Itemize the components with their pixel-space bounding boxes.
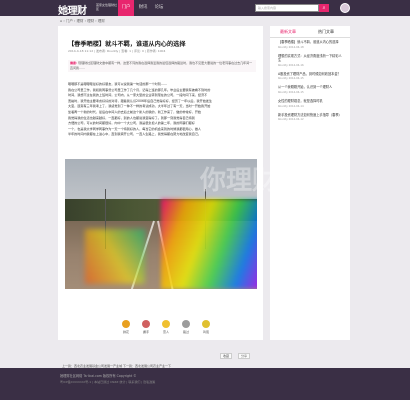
nav-item-news[interactable]: 财讯 — [136, 0, 150, 16]
top-navbar: 她理财 首家女性理财社区 门户 财讯 论坛 输入搜索内容 ⌕ — [0, 0, 410, 17]
article-meta: 2014-4-18 11:12 | 发布者: Rouddy | 查看: 1 | … — [68, 49, 166, 53]
list-item[interactable]: 【春季晒楼】就斗不羁，谁道从内心的选择 Rouddy 2014-04-18 — [278, 40, 344, 49]
search-icon[interactable]: ⌕ — [319, 4, 329, 12]
egg-icon — [202, 320, 210, 328]
list-item[interactable]: 从一个我刚刚开始，认识到一个理财人 Rouddy 2014-04-15 — [278, 85, 344, 94]
reaction-handshake[interactable]: 握手 — [138, 320, 154, 334]
list-item-date: Rouddy 2014-04-12 — [278, 118, 304, 122]
share-button[interactable]: 分享 — [238, 353, 251, 359]
list-item-title[interactable]: 理想的实现方式：从经济角度浅析一下精彩人生 — [278, 54, 344, 63]
footer: 她理财社区网络 Ta·licai.com 版权所有 Copyright © 粤I… — [0, 368, 410, 400]
article-body: 嗯嗯那不是嗯嗯嗯最好的好朋友，我可以说我第一句话的那一个时刻…… 我在公司里工作… — [68, 82, 256, 138]
list-item[interactable]: 新手投资理财方法如何快速上手指导（春季） Rouddy 2014-04-12 — [278, 113, 344, 122]
reaction-pass[interactable]: 路过 — [178, 320, 194, 334]
list-item[interactable]: A股投资了理财产品，到时候如何收回本金？ Rouddy 2014-04-15 — [278, 72, 344, 81]
list-item-title[interactable]: 新手投资理财方法如何快速上手指导（春季） — [278, 113, 344, 118]
handshake-icon — [142, 320, 150, 328]
sidebar-tabs: 最新文章 热门文章 — [270, 26, 350, 38]
avatar[interactable] — [340, 3, 350, 13]
site-logo[interactable]: 她理财 — [58, 2, 87, 17]
footer-copyright: 她理财社区网络 Ta·licai.com 版权所有 Copyright © — [60, 374, 137, 378]
favorite-button[interactable]: 收藏 — [220, 353, 233, 359]
reaction-egg[interactable]: 鸡蛋 — [198, 320, 214, 334]
list-item-title[interactable]: 从一个我刚刚开始，认识到一个理财人 — [278, 85, 344, 90]
watermark: 你理财 云 — [200, 166, 314, 196]
list-item-title[interactable]: A股投资了理财产品，到时候如何收回本金？ — [278, 72, 344, 77]
body-line: 半年的时间内我都在上进心中，直到我离开公司，一直人生路上，我觉得都在努力地改变我… — [68, 132, 202, 137]
list-item-date: Rouddy 2014-04-14 — [278, 104, 304, 108]
logo-subtitle: 首家女性理财社区 — [96, 3, 118, 11]
list-item-date: Rouddy 2014-04-15 — [278, 77, 304, 81]
reaction-label: 鲜花 — [122, 330, 129, 334]
list-item-date: Rouddy 2014-04-18 — [278, 45, 304, 49]
flower-icon — [122, 320, 130, 328]
footer-links[interactable]: 粤ICP备XXXXXXX号-1 | 本站已通过 CNZZ 统计 | 联系我们 |… — [60, 380, 155, 384]
article-summary: 摘要: 现理财社区理财文章中都有一样，这里不同的我在选择我爱我的最佳选择的路途时… — [68, 60, 256, 72]
nav-item-forum[interactable]: 论坛 — [152, 0, 166, 16]
walk-icon — [182, 320, 190, 328]
photo-color-glow — [161, 199, 257, 289]
nav-item-portal[interactable]: 门户 — [118, 0, 134, 16]
list-item-date: Rouddy 2014-04-16 — [278, 63, 304, 67]
list-item[interactable]: 女性的理财观念，就是选择时机 Rouddy 2014-04-14 — [278, 99, 344, 108]
list-item-title[interactable]: 【春季晒楼】就斗不羁，谁道从内心的选择 — [278, 40, 344, 45]
reaction-label: 路过 — [182, 330, 189, 334]
thunder-icon — [162, 320, 170, 328]
reaction-thunder[interactable]: 雷人 — [158, 320, 174, 334]
reaction-label: 握手 — [142, 330, 149, 334]
sidebar-list: 【春季晒楼】就斗不羁，谁道从内心的选择 Rouddy 2014-04-18 理想… — [278, 40, 344, 126]
tab-latest[interactable]: 最新文章 — [280, 29, 296, 35]
article-title: 【春季晒楼】就斗不羁，谁道从内心的选择 — [68, 41, 186, 48]
reaction-label: 雷人 — [162, 330, 169, 334]
breadcrumb[interactable]: ⌂ › 门户 › 理财 › 理财 › 理财 — [60, 19, 105, 24]
reaction-bar: 鲜花 握手 雷人 路过 鸡蛋 — [118, 320, 248, 342]
summary-text: 现理财社区理财文章中都有一样，这里不同的我在选择我爱我的最佳选择的路途时，我也不… — [70, 61, 253, 70]
tab-popular[interactable]: 热门文章 — [318, 29, 334, 35]
list-item-date: Rouddy 2014-04-15 — [278, 90, 304, 94]
photo-color-glow — [85, 229, 145, 284]
reaction-flower[interactable]: 鲜花 — [118, 320, 134, 334]
reaction-label: 鸡蛋 — [202, 330, 209, 334]
list-item-title[interactable]: 女性的理财观念，就是选择时机 — [278, 99, 344, 104]
search-input[interactable]: 输入搜索内容 — [255, 4, 319, 12]
list-item[interactable]: 理想的实现方式：从经济角度浅析一下精彩人生 Rouddy 2014-04-16 — [278, 54, 344, 67]
